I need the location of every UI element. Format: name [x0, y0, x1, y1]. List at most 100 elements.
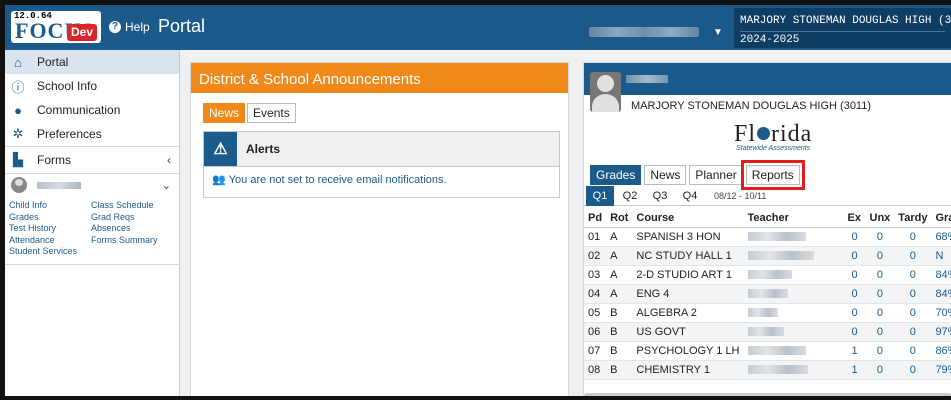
top-bar: 12.0.64 FOCUS Dev ? Help Portal ▼ MARJOR…	[5, 5, 951, 50]
cell-tardy[interactable]: 0	[894, 284, 932, 304]
sidebar-item-portal[interactable]: ⌂ Portal	[5, 50, 179, 74]
link-test-history[interactable]: Test History	[9, 223, 91, 235]
cell-rotation: A	[606, 284, 633, 304]
cell-excused[interactable]: 0	[843, 246, 866, 266]
cell-rotation: B	[606, 322, 633, 342]
cell-teacher	[743, 284, 844, 304]
tab-news[interactable]: News	[203, 103, 246, 123]
help-button[interactable]: ? Help	[109, 20, 150, 34]
sidebar: ⌂ Portal ⓘ School Info ● Communication ✲…	[5, 50, 180, 396]
cell-tardy[interactable]: 0	[894, 265, 932, 285]
tab-grades[interactable]: Grades	[590, 165, 642, 185]
table-row[interactable]: 02 A NC STUDY HALL 1000N	[584, 246, 951, 266]
table-row[interactable]: 01ASPANISH 3 HON00068% D	[584, 227, 951, 247]
horizontal-scrollbar[interactable]	[584, 393, 951, 396]
cell-unexcused[interactable]: 0	[865, 284, 895, 304]
cell-tardy[interactable]: 0	[894, 360, 932, 380]
tab-q4[interactable]: Q4	[676, 186, 704, 206]
tab-q1[interactable]: Q1	[586, 185, 614, 206]
cell-excused[interactable]: 0	[843, 227, 866, 247]
table-header-row: Pd Rot Course Teacher Ex Unx Tardy Gra	[584, 209, 951, 228]
link-attendance[interactable]: Attendance	[9, 235, 91, 247]
table-row[interactable]: 08BCHEMISTRY 110079% C	[584, 360, 951, 380]
cell-unexcused[interactable]: 0	[865, 246, 895, 266]
cell-grade[interactable]: 84%	[931, 284, 951, 304]
link-grad-reqs[interactable]: Grad Reqs	[91, 212, 171, 224]
question-icon: ?	[109, 21, 121, 33]
sidebar-item-preferences[interactable]: ✲ Preferences	[5, 122, 179, 146]
cell-tardy[interactable]: 0	[894, 322, 932, 342]
tab-reports[interactable]: Reports	[740, 160, 805, 190]
link-grades[interactable]: Grades	[9, 212, 91, 224]
school-year-selector[interactable]: MARJORY STONEMAN DOUGLAS HIGH (3011) 202…	[734, 8, 951, 48]
link-child-info[interactable]: Child Info	[9, 200, 91, 212]
cell-course: CHEMISTRY 1	[632, 360, 744, 380]
col-ex[interactable]: Ex	[843, 209, 866, 228]
redacted-student-name	[37, 181, 81, 189]
cell-grade[interactable]: 86%	[931, 341, 951, 361]
sidebar-item-communication[interactable]: ● Communication	[5, 98, 179, 122]
cell-excused[interactable]: 0	[843, 284, 866, 304]
col-course[interactable]: Course	[632, 209, 744, 228]
cell-teacher	[743, 265, 844, 285]
cell-grade[interactable]: N	[931, 246, 951, 266]
link-class-schedule[interactable]: Class Schedule	[91, 200, 171, 212]
cell-unexcused[interactable]: 0	[865, 322, 895, 342]
chevron-left-icon: ‹	[167, 153, 171, 167]
col-tardy[interactable]: Tardy	[894, 209, 932, 228]
florida-assessments-logo[interactable]: Fl rida Statewide Assessments	[734, 121, 812, 152]
col-rot[interactable]: Rot	[606, 209, 633, 228]
cell-unexcused[interactable]: 0	[865, 303, 895, 323]
school-name: MARJORY STONEMAN DOUGLAS HIGH (3011)	[740, 15, 951, 27]
alert-message[interactable]: 👥 You are not set to receive email notif…	[204, 167, 559, 187]
table-row[interactable]: 03A2-D STUDIO ART 100084%	[584, 265, 951, 285]
cell-grade[interactable]: 79% C	[931, 360, 951, 380]
cell-tardy[interactable]: 0	[894, 341, 932, 361]
cell-unexcused[interactable]: 0	[865, 265, 895, 285]
cell-grade[interactable]: 68% D	[931, 227, 951, 247]
florida-o-icon	[757, 127, 771, 140]
cell-excused[interactable]: 1	[843, 341, 866, 361]
cell-tardy[interactable]: 0	[894, 246, 932, 266]
focus-logo[interactable]: 12.0.64 FOCUS Dev	[11, 11, 101, 43]
cell-rotation: B	[606, 341, 633, 361]
student-selector[interactable]: ⌄	[5, 174, 179, 196]
col-teacher[interactable]: Teacher	[743, 209, 844, 228]
sidebar-item-label: Forms	[37, 153, 71, 167]
table-row[interactable]: 06BUS GOVT00097%	[584, 322, 951, 342]
table-row[interactable]: 05BALGEBRA 200070%	[584, 303, 951, 323]
cell-unexcused[interactable]: 0	[865, 341, 895, 361]
cell-excused[interactable]: 0	[843, 265, 866, 285]
table-row[interactable]: 07BPSYCHOLOGY 1 LH10086%	[584, 341, 951, 361]
cell-grade[interactable]: 70%	[931, 303, 951, 323]
divider	[5, 263, 179, 265]
link-student-services[interactable]: Student Services	[9, 246, 91, 258]
tab-events[interactable]: Events	[247, 103, 296, 123]
cell-grade[interactable]: 97%	[931, 322, 951, 342]
gear-icon: ✲	[12, 126, 24, 141]
col-grade[interactable]: Gra	[931, 209, 951, 228]
cell-excused[interactable]: 0	[843, 322, 866, 342]
cell-tardy[interactable]: 0	[894, 303, 932, 323]
cell-grade[interactable]: 84%	[931, 265, 951, 285]
cell-period: 07	[584, 341, 607, 361]
cell-unexcused[interactable]: 0	[865, 227, 895, 247]
tab-planner[interactable]: Planner	[689, 165, 743, 185]
info-icon: ⓘ	[11, 79, 25, 95]
sidebar-item-forms[interactable]: ▙ Forms ‹	[5, 147, 179, 173]
link-forms-summary[interactable]: Forms Summary	[91, 235, 171, 247]
user-selector[interactable]: ▼	[589, 22, 727, 42]
col-unx[interactable]: Unx	[865, 209, 895, 228]
cell-unexcused[interactable]: 0	[865, 360, 895, 380]
tab-q2[interactable]: Q2	[616, 186, 644, 206]
cell-tardy[interactable]: 0	[894, 227, 932, 247]
cell-excused[interactable]: 0	[843, 303, 866, 323]
sidebar-item-school-info[interactable]: ⓘ School Info	[5, 74, 179, 98]
table-row[interactable]: 04AENG 400084%	[584, 284, 951, 304]
tab-q3[interactable]: Q3	[646, 186, 674, 206]
link-absences[interactable]: Absences	[91, 223, 171, 235]
cell-excused[interactable]: 1	[843, 360, 866, 380]
grades-table: Pd Rot Course Teacher Ex Unx Tardy Gra 0…	[584, 209, 951, 380]
tab-news[interactable]: News	[644, 165, 687, 185]
col-pd[interactable]: Pd	[584, 209, 607, 228]
